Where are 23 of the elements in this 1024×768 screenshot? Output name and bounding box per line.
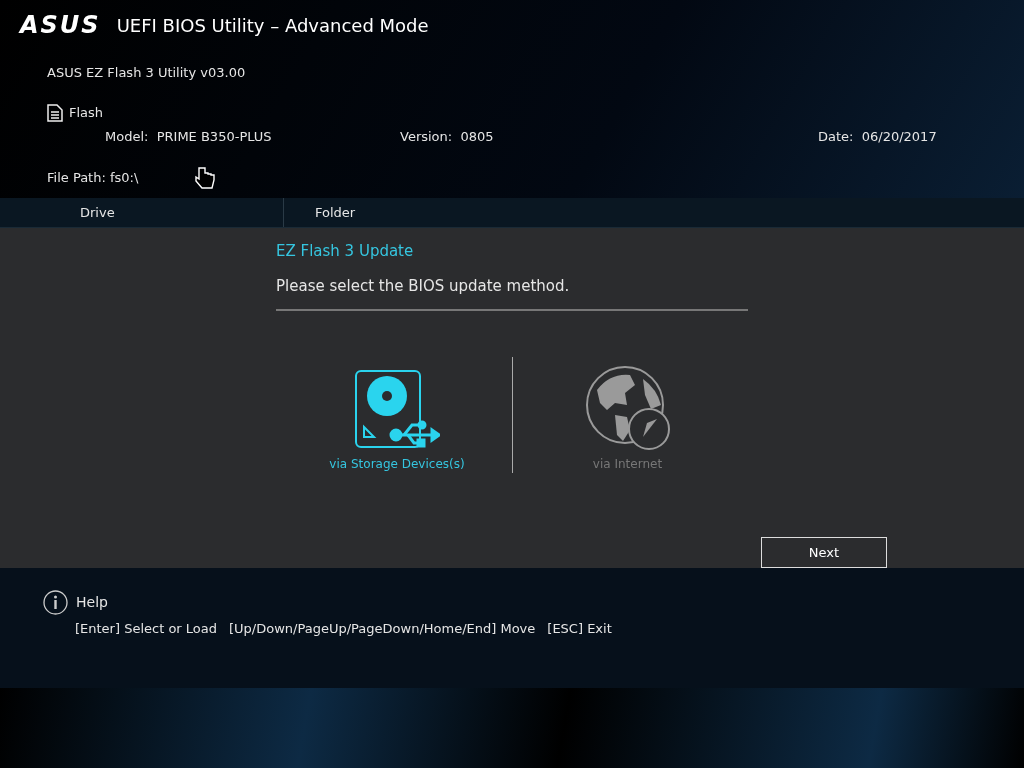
column-header: Folder	[314, 203, 356, 222]
info-field: Version: 0805	[400, 126, 818, 146]
dialog-title: EZ Flash 3 Update	[276, 241, 415, 262]
info-field: Date: 06/20/2017	[818, 126, 1024, 146]
column-header: Drive	[0, 198, 284, 227]
key-hint: [Up/Down/PageUp/PageDown/Home/End] Move	[229, 620, 536, 638]
info-field: Model: PRIME B350-PLUS	[0, 126, 400, 146]
dialog-prompt: Please select the BIOS update method.	[276, 274, 748, 311]
key-hint: [Enter] Select or Load	[75, 620, 218, 638]
help-title: Help	[76, 593, 108, 612]
next-button[interactable]: Next	[761, 537, 887, 568]
utility-name: ASUS EZ Flash 3 Utility v03.00	[47, 65, 246, 80]
brand-logo: ASUS	[20, 10, 101, 41]
update-method-option[interactable]: via Storage Devices(s)	[329, 369, 465, 473]
document-icon	[47, 103, 63, 122]
info-icon	[43, 590, 68, 615]
key-hint: [ESC] Exit	[547, 620, 612, 638]
file-path: File Path: fs0:\	[47, 169, 139, 188]
window-title: UEFI BIOS Utility – Advanced Mode	[116, 13, 429, 38]
globe-compass-icon	[584, 365, 671, 451]
drive-usb-icon	[354, 369, 440, 451]
section-title: Flash	[69, 104, 104, 122]
hand-pointer-icon	[194, 166, 217, 190]
